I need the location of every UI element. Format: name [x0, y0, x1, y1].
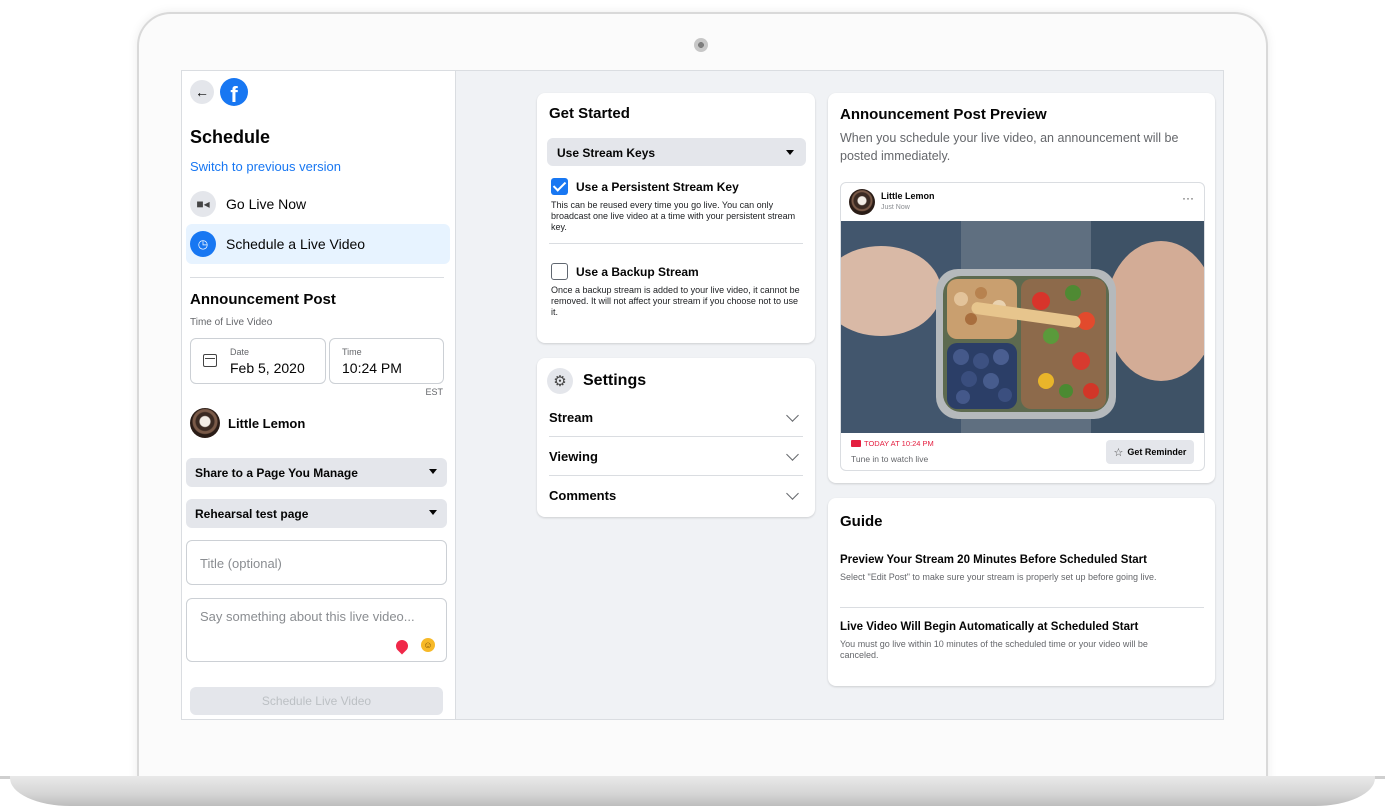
card-title: Settings [583, 372, 647, 389]
select-value: Use Stream Keys [557, 146, 656, 160]
guide-card: Guide Preview Your Stream 20 Minutes Bef… [828, 498, 1215, 686]
time-field[interactable]: Time 10:24 PM [329, 338, 444, 384]
caret-down-icon [786, 150, 794, 155]
page-identity: Little Lemon [190, 408, 305, 438]
page-name: Little Lemon [228, 415, 306, 431]
date-label: Date [230, 347, 250, 357]
button-label: Get Reminder [1127, 447, 1187, 457]
live-camera-icon [851, 440, 861, 447]
checkbox-description: Once a backup stream is added to your li… [551, 285, 800, 317]
date-field[interactable]: Date Feb 5, 2020 [190, 338, 326, 384]
announcement-preview-card: Announcement Post Preview When you sched… [828, 93, 1215, 483]
calendar-icon [203, 354, 217, 367]
switch-version-link[interactable]: Switch to previous version [190, 159, 341, 174]
time-value: 10:24 PM [342, 360, 402, 376]
food-photo [841, 221, 1204, 433]
divider [840, 607, 1204, 608]
settings-row-stream[interactable]: Stream [549, 398, 803, 437]
smiley-icon[interactable]: ☺ [421, 638, 435, 652]
share-to-page-select[interactable]: Share to a Page You Manage [186, 458, 447, 487]
row-label: Stream [549, 409, 594, 425]
nav-go-live-now[interactable]: ■◂ Go Live Now [186, 184, 450, 224]
guide-text: Select "Edit Post" to make sure your str… [840, 572, 1157, 582]
stream-keys-select[interactable]: Use Stream Keys [547, 138, 806, 166]
guide-text: You must go live within 10 minutes of th… [840, 639, 1148, 660]
back-arrow-icon[interactable]: ← [190, 80, 214, 104]
caret-down-icon [429, 469, 437, 474]
post-preview: Little Lemon Just Now ··· TODAY AT 10:24… [840, 182, 1205, 471]
announcement-title: Announcement Post [190, 291, 336, 308]
persistent-key-checkbox[interactable] [551, 178, 568, 195]
chevron-down-icon [786, 487, 799, 500]
page-select[interactable]: Rehearsal test page [186, 499, 447, 528]
chevron-down-icon [786, 409, 799, 422]
backup-stream-checkbox[interactable] [551, 263, 568, 280]
post-page-name: Little Lemon [881, 191, 935, 201]
page-title: Schedule [190, 127, 271, 147]
tune-in-text: Tune in to watch live [851, 454, 929, 464]
checkbox-label: Use a Persistent Stream Key [576, 180, 739, 194]
guide-heading: Preview Your Stream 20 Minutes Before Sc… [840, 554, 1147, 566]
get-started-card: Get Started Use Stream Keys Use a Persis… [537, 93, 815, 343]
top-icons: ← f [190, 78, 248, 106]
announcement-subtitle: Time of Live Video [190, 317, 273, 328]
clock-icon: ◷ [190, 231, 216, 257]
post-timestamp: Just Now [881, 204, 910, 211]
divider [190, 277, 444, 278]
checkbox-label: Use a Backup Stream [576, 265, 699, 279]
select-value: Rehearsal test page [195, 506, 309, 521]
video-camera-icon: ■◂ [190, 191, 216, 217]
description-placeholder: Say something about this live video... [200, 609, 415, 624]
settings-card: ⚙ Settings Stream Viewing Comments [537, 358, 815, 517]
schedule-live-video-button[interactable]: Schedule Live Video [190, 687, 443, 715]
select-value: Share to a Page You Manage [195, 465, 358, 480]
nav-schedule-live-video[interactable]: ◷ Schedule a Live Video [186, 224, 450, 264]
nav-label: Schedule a Live Video [226, 236, 366, 252]
title-input[interactable]: Title (optional) [186, 540, 447, 585]
divider [549, 243, 803, 244]
live-time: TODAY AT 10:24 PM [864, 439, 934, 448]
avatar [849, 189, 875, 215]
row-label: Viewing [549, 448, 598, 464]
card-title: Announcement Post Preview [840, 106, 1047, 123]
live-time-badge: TODAY AT 10:24 PM [851, 439, 934, 448]
webcam-icon [694, 38, 708, 52]
settings-row-comments[interactable]: Comments [549, 476, 803, 515]
caret-down-icon [429, 510, 437, 515]
get-reminder-button[interactable]: ☆ Get Reminder [1106, 440, 1194, 464]
description-input[interactable]: Say something about this live video... ☺ [186, 598, 447, 662]
screen: ← f Schedule Switch to previous version … [181, 70, 1224, 720]
time-label: Time [342, 347, 362, 357]
guide-heading: Live Video Will Begin Automatically at S… [840, 621, 1139, 633]
timezone-label: EST [425, 387, 443, 397]
gear-icon: ⚙ [547, 368, 573, 394]
date-value: Feb 5, 2020 [230, 360, 305, 376]
more-options-icon[interactable]: ··· [1182, 191, 1194, 205]
settings-row-viewing[interactable]: Viewing [549, 437, 803, 476]
laptop-base [10, 776, 1375, 806]
chevron-down-icon [786, 448, 799, 461]
card-title: Get Started [549, 105, 630, 122]
card-title: Guide [840, 513, 883, 530]
star-icon: ☆ [1113, 446, 1124, 459]
nav-label: Go Live Now [226, 196, 307, 212]
avatar [190, 408, 220, 438]
facebook-logo-icon[interactable]: f [220, 78, 248, 106]
checkbox-description: This can be reused every time you go liv… [551, 200, 796, 232]
card-subtitle: When you schedule your live video, an an… [840, 131, 1179, 163]
location-pin-icon[interactable] [393, 637, 411, 655]
settings-header: ⚙ Settings [547, 368, 646, 394]
sidebar: ← f Schedule Switch to previous version … [182, 71, 456, 719]
row-label: Comments [549, 488, 617, 503]
